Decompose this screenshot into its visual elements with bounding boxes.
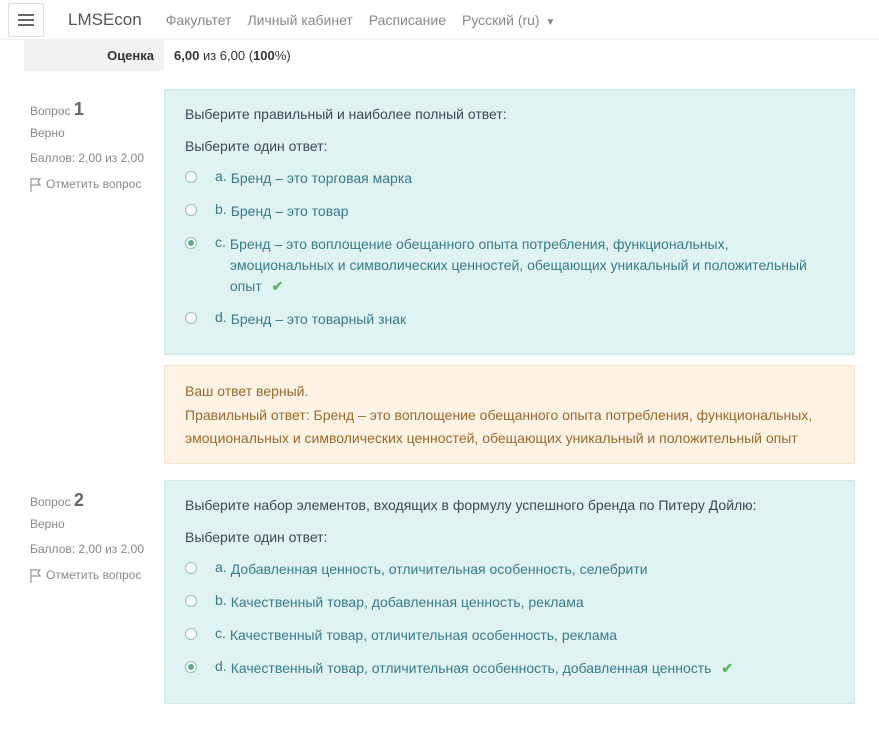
flag-icon xyxy=(30,178,42,192)
grade-summary: Оценка 6,00 из 6,00 (100%) xyxy=(24,40,855,71)
grade-percent: 100 xyxy=(253,48,275,63)
grade-label: Оценка xyxy=(24,40,164,71)
answer-letter: a. xyxy=(215,168,227,184)
question-feedback: Ваш ответ верный.Правильный ответ: Бренд… xyxy=(164,365,855,464)
question-state: Верно xyxy=(30,517,152,531)
navbar: LMSEcon Факультет Личный кабинет Расписа… xyxy=(0,0,879,40)
radio-icon xyxy=(185,171,197,183)
answer-text: Качественный товар, отличительная особен… xyxy=(230,625,617,646)
question-label: Вопрос xyxy=(30,104,71,118)
answer-text: Добавленная ценность, отличительная особ… xyxy=(231,559,648,580)
nav-link-schedule[interactable]: Расписание xyxy=(369,12,446,28)
question-number: 1 xyxy=(74,99,84,119)
feedback-body: Правильный ответ: Бренд – это воплощение… xyxy=(185,404,834,449)
answer-text: Качественный товар, отличительная особен… xyxy=(231,658,733,679)
radio-icon xyxy=(185,628,197,640)
grade-value: 6,00 из 6,00 (100%) xyxy=(164,40,301,71)
answer-letter: c. xyxy=(215,625,226,641)
radio-icon xyxy=(185,562,197,574)
grade-max: 6,00 xyxy=(220,48,245,63)
question-info: Вопрос 2 Верно Баллов: 2,00 из 2,00 Отметит… xyxy=(24,480,164,595)
nav-language-dropdown[interactable]: Русский (ru) ▼ xyxy=(462,12,555,28)
answer-letter: b. xyxy=(215,201,227,217)
nav-language-label: Русский (ru) xyxy=(462,12,540,28)
answer-option[interactable]: a. Добавленная ценность, отличительная о… xyxy=(185,553,834,586)
nav-link-faculty[interactable]: Факультет xyxy=(166,12,232,28)
question-block: Вопрос 1 Верно Баллов: 2,00 из 2,00 Отметит… xyxy=(24,89,855,464)
answer-letter: d. xyxy=(215,309,227,325)
radio-icon xyxy=(185,661,197,673)
question-number: 2 xyxy=(74,490,84,510)
question-text: Выберите набор элементов, входящих в фор… xyxy=(185,497,834,513)
answer-option[interactable]: b. Бренд – это товар xyxy=(185,195,834,228)
answer-prompt: Выберите один ответ: xyxy=(185,138,834,154)
answer-prompt: Выберите один ответ: xyxy=(185,529,834,545)
question-info: Вопрос 1 Верно Баллов: 2,00 из 2,00 Отметит… xyxy=(24,89,164,204)
flag-question-link[interactable]: Отметить вопрос xyxy=(30,177,152,193)
radio-icon xyxy=(185,312,197,324)
answer-option[interactable]: a. Бренд – это торговая марка xyxy=(185,162,834,195)
site-brand[interactable]: LMSEcon xyxy=(68,10,142,30)
main-content: Оценка 6,00 из 6,00 (100%) Вопрос 1 Верно… xyxy=(0,40,879,744)
answer-letter: c. xyxy=(215,234,226,250)
chevron-down-icon: ▼ xyxy=(545,17,555,28)
answer-letter: d. xyxy=(215,658,227,674)
answer-option[interactable]: d. Качественный товар, отличительная осо… xyxy=(185,652,834,685)
question-formulation: Выберите набор элементов, входящих в фор… xyxy=(164,480,855,704)
nav-link-cabinet[interactable]: Личный кабинет xyxy=(247,12,352,28)
answer-letter: b. xyxy=(215,592,227,608)
answer-text: Бренд – это торговая марка xyxy=(231,168,412,189)
radio-icon xyxy=(185,204,197,216)
question-state: Верно xyxy=(30,126,152,140)
feedback-heading: Ваш ответ верный. xyxy=(185,380,834,402)
check-icon: ✔ xyxy=(721,660,733,676)
question-block: Вопрос 2 Верно Баллов: 2,00 из 2,00 Отметит… xyxy=(24,480,855,704)
answer-option[interactable]: d. Бренд – это товарный знак xyxy=(185,303,834,336)
question-label: Вопрос xyxy=(30,495,71,509)
answer-letter: a. xyxy=(215,559,227,575)
answer-text: Бренд – это товар xyxy=(231,201,349,222)
grade-score: 6,00 xyxy=(174,48,199,63)
flag-text: Отметить вопрос xyxy=(46,177,141,193)
question-formulation: Выберите правильный и наиболее полный от… xyxy=(164,89,855,355)
flag-icon xyxy=(30,569,42,583)
answer-text: Бренд – это товарный знак xyxy=(231,309,406,330)
menu-toggle-button[interactable] xyxy=(8,3,44,37)
question-content: Выберите набор элементов, входящих в фор… xyxy=(164,480,855,704)
answer-option[interactable]: c. Качественный товар, отличительная осо… xyxy=(185,619,834,652)
hamburger-icon xyxy=(18,14,34,26)
question-content: Выберите правильный и наиболее полный от… xyxy=(164,89,855,464)
question-grade: Баллов: 2,00 из 2,00 xyxy=(30,150,152,167)
flag-question-link[interactable]: Отметить вопрос xyxy=(30,568,152,584)
question-text: Выберите правильный и наиболее полный от… xyxy=(185,106,834,122)
check-icon: ✔ xyxy=(272,278,284,294)
radio-icon xyxy=(185,237,197,249)
answer-option[interactable]: c. Бренд – это воплощение обещанного опы… xyxy=(185,228,834,303)
radio-icon xyxy=(185,595,197,607)
flag-text: Отметить вопрос xyxy=(46,568,141,584)
grade-of: из xyxy=(203,48,216,63)
question-grade: Баллов: 2,00 из 2,00 xyxy=(30,541,152,558)
answer-text: Бренд – это воплощение обещанного опыта … xyxy=(230,234,834,297)
